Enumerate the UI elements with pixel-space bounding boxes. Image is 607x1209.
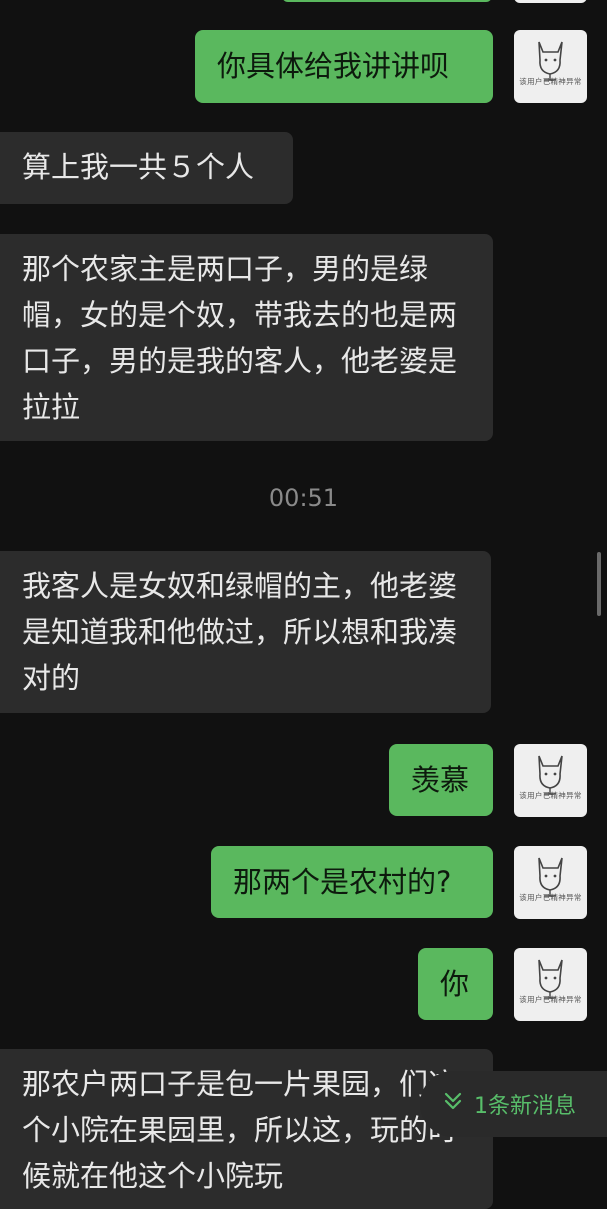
message-bubble-outgoing[interactable]: 你	[418, 948, 493, 1020]
cat-avatar-icon	[538, 857, 563, 897]
new-message-label: 1条新消息	[474, 1094, 576, 1119]
message-bubble-incoming[interactable]: 我客人是女奴和绿帽的主，他老婆是知道我和他做过，所以想和我凑对的	[0, 551, 491, 713]
message-bubble-incoming[interactable]: 算上我一共５个人	[0, 132, 293, 204]
scrollbar[interactable]	[597, 552, 601, 616]
message-bubble-incoming[interactable]: 那个农家主是两口子，男的是绿帽，女的是个奴，带我去的也是两口子，男的是我的客人，…	[0, 234, 493, 441]
previous-avatar-edge	[514, 0, 587, 3]
cat-avatar-icon	[538, 959, 563, 999]
message-bubble-outgoing[interactable]: 那两个是农村的?	[211, 846, 493, 918]
cat-avatar-icon	[538, 755, 563, 795]
double-chevron-down-icon	[442, 1090, 464, 1118]
cat-avatar-icon	[538, 41, 563, 81]
avatar-caption: 该用户已精神异常	[519, 995, 582, 1004]
previous-outgoing-bubble-edge	[282, 0, 492, 2]
message-bubble-outgoing[interactable]: 你具体给我讲讲呗	[195, 30, 493, 103]
avatar-caption: 该用户已精神异常	[519, 77, 582, 86]
avatar-caption: 该用户已精神异常	[519, 791, 582, 800]
message-bubble-incoming[interactable]: 那农户两口子是包一片果园，们这个小院在果园里，所以这，玩的时候就在他这个小院玩	[0, 1049, 493, 1209]
message-timestamp: 00:51	[268, 484, 339, 512]
message-bubble-outgoing[interactable]: 羡慕	[389, 744, 493, 816]
avatar[interactable]: 该用户已精神异常	[514, 948, 587, 1021]
avatar-caption: 该用户已精神异常	[519, 893, 582, 902]
avatar[interactable]: 该用户已精神异常	[514, 30, 587, 103]
new-message-button[interactable]: 1条新消息	[420, 1071, 607, 1137]
avatar[interactable]: 该用户已精神异常	[514, 846, 587, 919]
avatar[interactable]: 该用户已精神异常	[514, 744, 587, 817]
